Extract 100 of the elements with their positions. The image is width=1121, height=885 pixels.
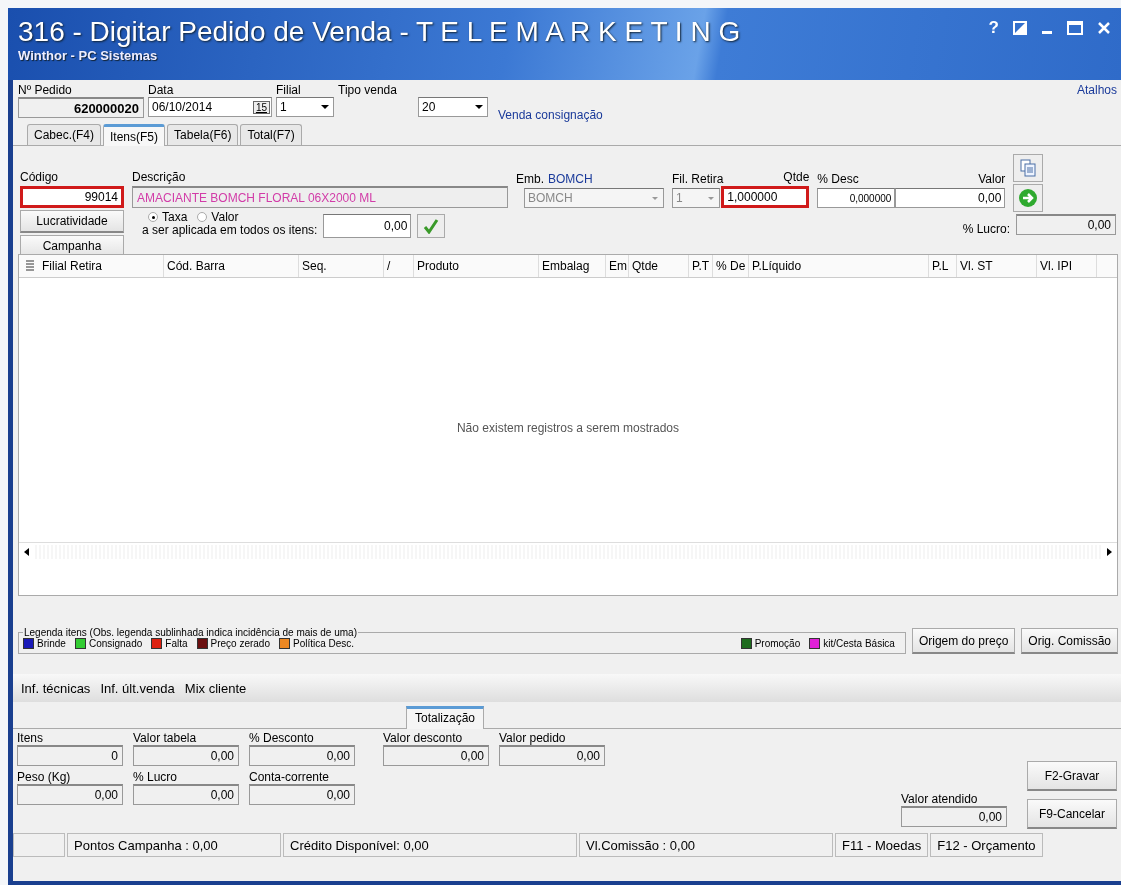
radio-button[interactable]	[148, 212, 158, 222]
field-label: Tipo venda	[338, 83, 398, 97]
column-header[interactable]: Filial Retira	[39, 255, 164, 277]
status-panel: F12 - Orçamento	[930, 833, 1043, 857]
legend-label: Falta	[165, 638, 188, 649]
column-header[interactable]: Embalag	[539, 255, 606, 277]
help-button[interactable]: ?	[988, 18, 999, 38]
column-header[interactable]: Seq.	[299, 255, 384, 277]
legend-label: Promoção	[754, 638, 801, 649]
radio-option[interactable]: Valor	[197, 210, 239, 224]
legend-label: Política Desc.	[293, 638, 355, 649]
action-button[interactable]: Lucratividade	[20, 210, 124, 233]
field-label: Código	[20, 170, 60, 184]
value-input[interactable]: 0,00	[895, 188, 1006, 208]
calendar-button[interactable]: 15	[252, 100, 270, 114]
total-field: 0,00	[133, 784, 239, 805]
window-subtitle: Winthor - PC Sistemas	[18, 48, 159, 63]
combo-field[interactable]: 20	[418, 97, 488, 117]
total-field: 0,00	[17, 784, 123, 805]
field-label: Nº Pedido	[18, 83, 73, 97]
empty-message: Não existem registros a serem mostrados	[456, 421, 680, 435]
shortcuts-link[interactable]: Atalhos	[1076, 83, 1117, 97]
window-title: 316 - Digitar Pedido de Venda - T E L E M A R K E T I N G	[18, 16, 741, 48]
description-field: AMACIANTE BOMCH FLORAL 06X2000 ML	[132, 186, 508, 208]
total-field: 0,00	[499, 745, 605, 766]
field-label: Valor tabela	[133, 731, 198, 745]
field-label: Filial	[276, 83, 302, 97]
field-label: % Lucro	[133, 770, 179, 784]
close-icon[interactable]	[1097, 21, 1111, 35]
column-header[interactable]: Cód. Barra	[164, 255, 299, 277]
field-label: Valor atendido	[901, 792, 979, 806]
field-label: Peso (Kg)	[17, 770, 72, 784]
column-header[interactable]: Qtde	[629, 255, 689, 277]
legend-label: Brinde	[37, 638, 66, 649]
total-field: 0,00	[133, 745, 239, 766]
legend-label: kit/Cesta Básica	[823, 638, 895, 649]
column-header[interactable]: P.Líquido	[749, 255, 929, 277]
column-header[interactable]: P.L	[929, 255, 957, 277]
profit-field: 0,00	[1016, 214, 1116, 235]
field-label: Conta-corrente	[249, 770, 331, 784]
radio-option[interactable]: Taxa	[148, 210, 188, 224]
copy-icon	[1020, 159, 1037, 177]
info-link[interactable]: Inf. técnicas	[21, 680, 91, 696]
total-field: 0,00	[249, 745, 355, 766]
column-header[interactable]: Produto	[414, 255, 539, 277]
order-number-field: 620000020	[18, 97, 144, 118]
horizontal-scrollbar[interactable]	[19, 542, 1117, 561]
confirm-button[interactable]	[1013, 184, 1044, 212]
radio-label: Valor	[211, 210, 239, 224]
action-button[interactable]: F2-Gravar	[1027, 761, 1117, 791]
field-label: Itens	[17, 731, 44, 745]
field-label: % Desc	[817, 172, 860, 186]
field-label: Valor desconto	[383, 731, 464, 745]
action-button[interactable]: Origem do preço	[911, 628, 1016, 654]
field-label: Fil. Retira	[672, 172, 724, 186]
field-label: Data	[148, 83, 175, 97]
date-field[interactable]: 06/10/2014 15	[148, 97, 272, 117]
column-header[interactable]: % De	[713, 255, 749, 277]
action-button[interactable]: F9-Cancelar	[1027, 799, 1117, 829]
tab[interactable]: Tabela(F6)	[167, 124, 239, 145]
apply-button[interactable]	[417, 214, 446, 238]
quantity-input[interactable]: 1,000000	[721, 186, 810, 208]
radio-button[interactable]	[197, 212, 208, 222]
info-link[interactable]: Mix cliente	[184, 680, 247, 696]
status-panel: Crédito Disponível: 0,00	[283, 833, 577, 857]
tab[interactable]: Itens(F5)	[103, 124, 166, 146]
legend-label: Preço zerado	[210, 638, 270, 649]
column-header[interactable]: P.T	[689, 255, 713, 277]
discount-input[interactable]: 0,000000	[817, 188, 896, 208]
column-header[interactable]: Vl. IPI	[1037, 255, 1097, 277]
column-header[interactable]: /	[384, 255, 414, 277]
field-label: Valor pedido	[499, 731, 567, 745]
code-input[interactable]: 99014	[20, 186, 124, 208]
tab[interactable]: Cabec.(F4)	[27, 124, 102, 145]
field-label: % Lucro:	[962, 222, 1010, 236]
field-label: % Desconto	[249, 731, 315, 745]
tab[interactable]: Totalização	[406, 706, 485, 729]
column-chooser-icon[interactable]	[25, 260, 35, 272]
info-link[interactable]: Inf. últ.venda	[100, 680, 175, 696]
column-header[interactable]: Em	[606, 255, 629, 277]
legend-title: Legenda itens (Obs. legenda sublinhada indica incidência de mais de uma)	[23, 627, 358, 638]
total-field: 0,00	[249, 784, 355, 805]
restore-icon[interactable]	[1013, 21, 1027, 35]
field-label: Valor	[978, 172, 1006, 186]
checkmark-icon	[423, 218, 440, 234]
status-panel: Vl.Comissão : 0,00	[579, 833, 833, 857]
field-label: Emb.	[516, 172, 544, 186]
tab[interactable]: Total(F7)	[240, 124, 302, 145]
arrow-right-icon	[1018, 188, 1039, 208]
maximize-icon[interactable]	[1067, 21, 1083, 35]
sale-type-text: Venda consignação	[498, 108, 603, 122]
total-field: 0,00	[383, 745, 489, 766]
radio-label: Taxa	[162, 210, 188, 224]
rate-caption: a ser aplicada em todos os itens:	[142, 224, 318, 236]
rate-input[interactable]: 0,00	[323, 214, 412, 238]
legend-label: Consignado	[88, 638, 143, 649]
combo-field[interactable]: 1	[276, 97, 334, 117]
action-button[interactable]: Orig. Comissão	[1021, 628, 1118, 654]
column-header[interactable]: Vl. ST	[957, 255, 1037, 277]
total-field: 0,00	[901, 806, 1007, 827]
